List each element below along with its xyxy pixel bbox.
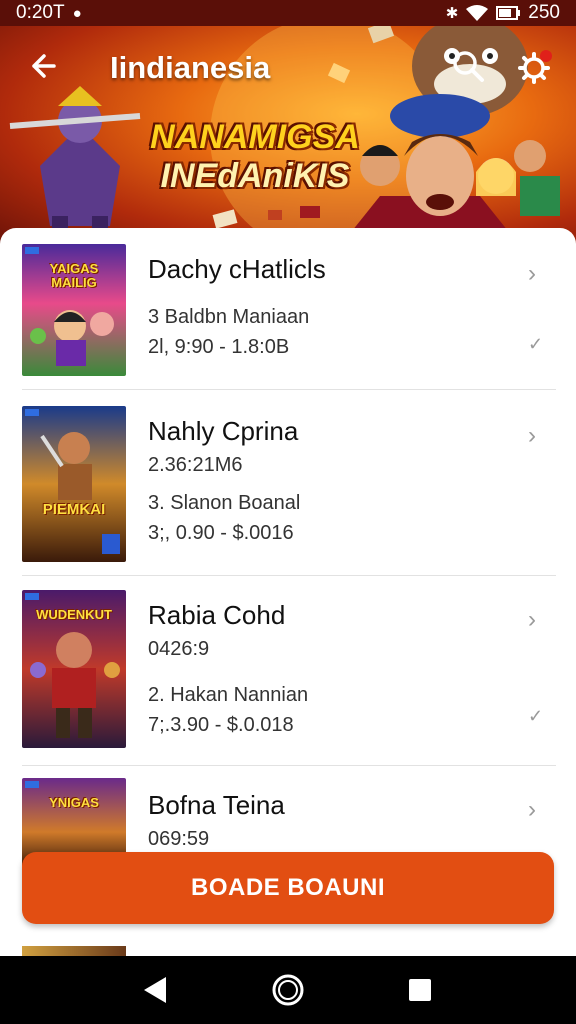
thumbnail-title: YNIGAS	[49, 795, 99, 810]
bluetooth-icon: ✱	[445, 4, 459, 22]
nav-back-button[interactable]	[132, 966, 180, 1014]
nav-home-button[interactable]	[264, 966, 312, 1014]
location-icon: ●	[72, 4, 82, 22]
item-line-3: 7;.3.90 - $.0.018	[148, 714, 294, 736]
list-item[interactable]: YAIGAS MAILIG Dachy cHatlicls 3 Baldbn M…	[0, 228, 576, 390]
wifi-icon	[466, 5, 489, 21]
chevron-right-icon[interactable]: ›	[528, 424, 548, 448]
item-line-2: 2. Hakan Nannian	[148, 684, 309, 706]
system-nav-bar	[0, 956, 576, 1024]
check-icon: ✓	[528, 706, 544, 726]
back-triangle-icon	[144, 977, 166, 1003]
item-line-1: 0426:9	[148, 638, 210, 660]
item-title: Dachy cHatlicls	[148, 254, 326, 284]
banner-line-2: INEdAniKIS	[160, 157, 350, 195]
chevron-right-icon[interactable]: ›	[528, 608, 548, 632]
battery-icon	[496, 6, 521, 20]
thumbnail-title: PIEMKAI	[42, 501, 106, 518]
search-button[interactable]	[450, 48, 490, 88]
back-button[interactable]	[22, 46, 62, 86]
item-line-1: 069:59	[148, 828, 210, 850]
left-warrior-figure	[9, 86, 141, 238]
primary-action-button[interactable]: BOADE BOAUNI	[22, 852, 554, 924]
game-thumbnail: PIEMKAI	[22, 406, 126, 562]
nav-recents-button[interactable]	[396, 966, 444, 1014]
item-line-1: 3 Baldbn Maniaan	[148, 306, 310, 328]
game-thumbnail: YAIGAS MAILIG	[22, 244, 126, 376]
status-bar: 0:20T ● ✱ 250	[0, 0, 576, 26]
thumbnail-art	[30, 632, 120, 738]
next-thumbnail-peek	[22, 946, 126, 956]
item-line-2: 3. Slanon Boanal	[148, 492, 301, 514]
settings-icon	[518, 50, 552, 84]
recents-square-icon	[409, 979, 431, 1001]
header-banner: NANAMIGSA INEdAniKIS Iindianesia	[0, 26, 576, 246]
settings-button[interactable]	[516, 48, 556, 88]
thumbnail-art	[40, 432, 120, 554]
status-left: 0:20T ●	[16, 2, 82, 24]
home-circle-icon	[272, 974, 304, 1006]
game-thumbnail: WUDENKUT	[22, 590, 126, 748]
list-item[interactable]: WUDENKUT Rabia Cohd 0426:9 2. Hakan Nann…	[0, 576, 576, 766]
item-line-2: 2l, 9:90 - 1.8:0B	[148, 336, 290, 358]
item-line-1: 2.36:21M6	[148, 454, 243, 476]
search-icon	[453, 51, 484, 82]
check-icon: ✓	[528, 334, 544, 354]
item-title: Bofna Teina	[148, 790, 285, 820]
status-time: 0:20T	[16, 2, 65, 23]
item-title: Nahly Cprina	[148, 416, 299, 446]
chevron-right-icon[interactable]: ›	[528, 262, 548, 286]
banner-logo: NANAMIGSA INEdAniKIS	[150, 118, 360, 212]
banner-line-1: NANAMIGSA	[150, 118, 360, 156]
status-right: ✱ 250	[446, 2, 560, 24]
item-line-3: 3;, 0.90 - $.0016	[148, 522, 294, 544]
thumbnail-badge	[25, 781, 39, 788]
thumbnail-art	[30, 310, 114, 366]
page-title: Iindianesia	[110, 50, 271, 85]
back-arrow-icon	[32, 54, 56, 78]
list-item[interactable]: PIEMKAI Nahly Cprina 2.36:21M6 3. Slanon…	[0, 390, 576, 576]
battery-level: 250	[528, 2, 560, 23]
item-title: Rabia Cohd	[148, 600, 286, 630]
game-list[interactable]: YAIGAS MAILIG Dachy cHatlicls 3 Baldbn M…	[0, 228, 576, 956]
chevron-right-icon[interactable]: ›	[528, 798, 548, 822]
